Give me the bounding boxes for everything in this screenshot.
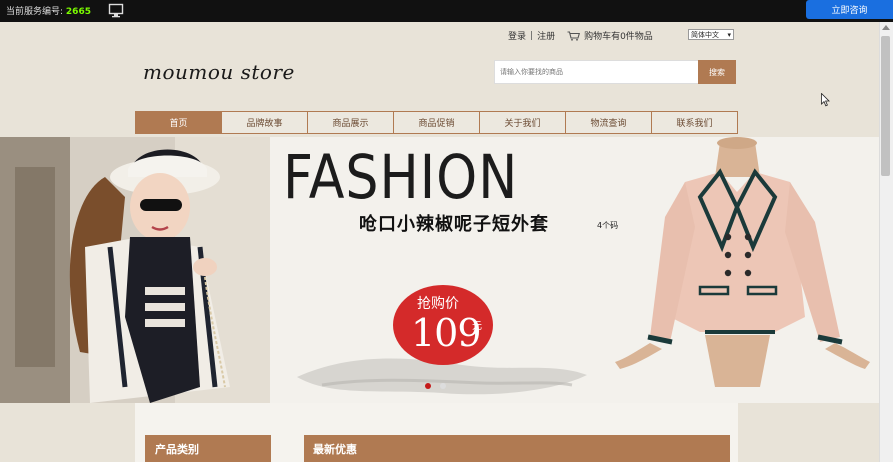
top-service-bar: 当前服务编号: 2665 立即咨询: [0, 0, 893, 22]
monitor-icon[interactable]: [108, 3, 124, 18]
mouse-cursor-icon: [821, 93, 830, 107]
language-value: 简体中文: [691, 30, 719, 39]
scrollbar-thumb[interactable]: [881, 36, 890, 176]
banner-subtitle: 呛口小辣椒呢子短外套: [359, 214, 549, 235]
search-input[interactable]: [494, 60, 699, 84]
scroll-up-icon[interactable]: [882, 25, 890, 30]
hero-banner[interactable]: FASHION 呛口小辣椒呢子短外套 4个码 抢购价 109 元: [0, 137, 879, 403]
product-categories-header: 产品类别: [145, 435, 271, 462]
new-arrivals-header: 最新优惠: [304, 435, 730, 462]
site-logo[interactable]: moumou store: [143, 60, 295, 84]
nav-item-products[interactable]: 商品展示: [308, 112, 394, 133]
service-code: 当前服务编号: 2665: [6, 4, 91, 17]
service-code-value: 2665: [65, 7, 91, 17]
main-nav: 首页 品牌故事 商品展示 商品促销 关于我们 物流查询 联系我们: [135, 111, 738, 134]
search-button[interactable]: 搜索: [698, 60, 736, 84]
banner-headline: FASHION: [283, 141, 519, 213]
consult-now-button[interactable]: 立即咨询: [806, 0, 893, 19]
service-code-label: 当前服务编号:: [6, 7, 64, 17]
price-label: 抢购价: [417, 296, 459, 312]
link-separator: |: [530, 30, 534, 41]
cart-link[interactable]: 购物车有0件物品: [584, 29, 653, 42]
nav-item-contact[interactable]: 联系我们: [652, 112, 737, 133]
nav-item-about[interactable]: 关于我们: [480, 112, 566, 133]
login-link[interactable]: 登录: [508, 29, 526, 42]
chevron-down-icon: ▾: [727, 30, 731, 39]
account-links: 登录 | 注册 购物车有0件物品: [508, 29, 653, 43]
slide-indicator[interactable]: [440, 383, 446, 389]
jacket-mannequin-photo: [615, 137, 870, 387]
nav-item-brand-story[interactable]: 品牌故事: [222, 112, 308, 133]
slide-indicator-active[interactable]: [425, 383, 431, 389]
nav-item-logistics[interactable]: 物流查询: [566, 112, 652, 133]
price-unit: 元: [472, 321, 482, 332]
model-photo: [0, 137, 270, 403]
nav-item-home[interactable]: 首页: [136, 112, 222, 133]
nav-item-promotions[interactable]: 商品促销: [394, 112, 480, 133]
cart-icon[interactable]: [567, 30, 581, 41]
language-select[interactable]: 简体中文 ▾: [688, 29, 734, 40]
register-link[interactable]: 注册: [537, 29, 555, 42]
price-value: 109: [411, 311, 482, 355]
